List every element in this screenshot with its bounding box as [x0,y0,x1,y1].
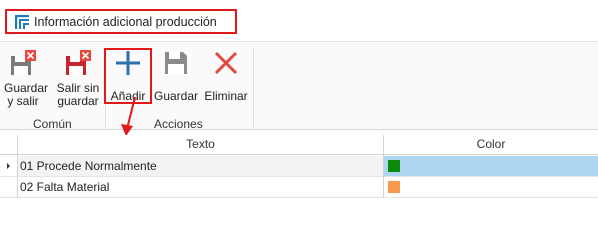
save-button[interactable]: Guardar [152,48,200,103]
table-row[interactable]: 02 Falta Material [0,177,598,198]
row-indicator [0,156,17,176]
column-divider [17,135,18,198]
table-row[interactable]: 01 Procede Normalmente [0,156,598,177]
annotation-arrow-icon [121,96,136,136]
form-icon [15,14,29,29]
delete-button[interactable]: Eliminar [202,48,250,103]
color-swatch [388,160,400,172]
window-title-highlight: Información adicional producción [5,9,237,34]
group-label-comun: Común [33,117,72,131]
save-and-exit-label-2: y salir [7,94,39,108]
exit-without-saving-label-2: guardar [57,94,99,108]
group-label-acciones: Acciones [154,117,203,131]
delete-button-label: Eliminar [204,89,248,103]
data-grid: Texto Color 01 Procede Normalmente 02 Fa… [0,135,598,244]
group-separator [253,48,254,128]
row-indicator [0,177,17,197]
ribbon-toolbar: Guardar y salir Salir sin guardar Común … [0,41,598,131]
cell-texto[interactable]: 02 Falta Material [18,177,383,197]
save-icon [165,52,187,74]
current-row-triangle-icon [7,163,10,169]
cell-color[interactable] [384,177,598,197]
exit-no-save-icon [66,50,91,75]
title-bar: Información adicional producción [0,0,598,40]
save-button-label: Guardar [153,89,199,103]
grid-header: Texto Color [0,135,598,155]
save-and-exit-button[interactable]: Guardar y salir [4,48,48,108]
window-title: Información adicional producción [34,14,217,29]
add-button[interactable]: Añadir [106,48,150,103]
cell-color[interactable] [384,156,598,176]
column-divider [383,135,384,198]
column-header-color[interactable]: Color [384,135,598,155]
exit-without-saving-button[interactable]: Salir sin guardar [55,48,101,108]
color-swatch [388,181,400,193]
cell-texto[interactable]: 01 Procede Normalmente [18,156,383,176]
delete-x-icon [214,51,238,75]
save-close-icon [11,50,36,75]
plus-icon [116,51,140,75]
column-header-texto[interactable]: Texto [18,135,383,155]
